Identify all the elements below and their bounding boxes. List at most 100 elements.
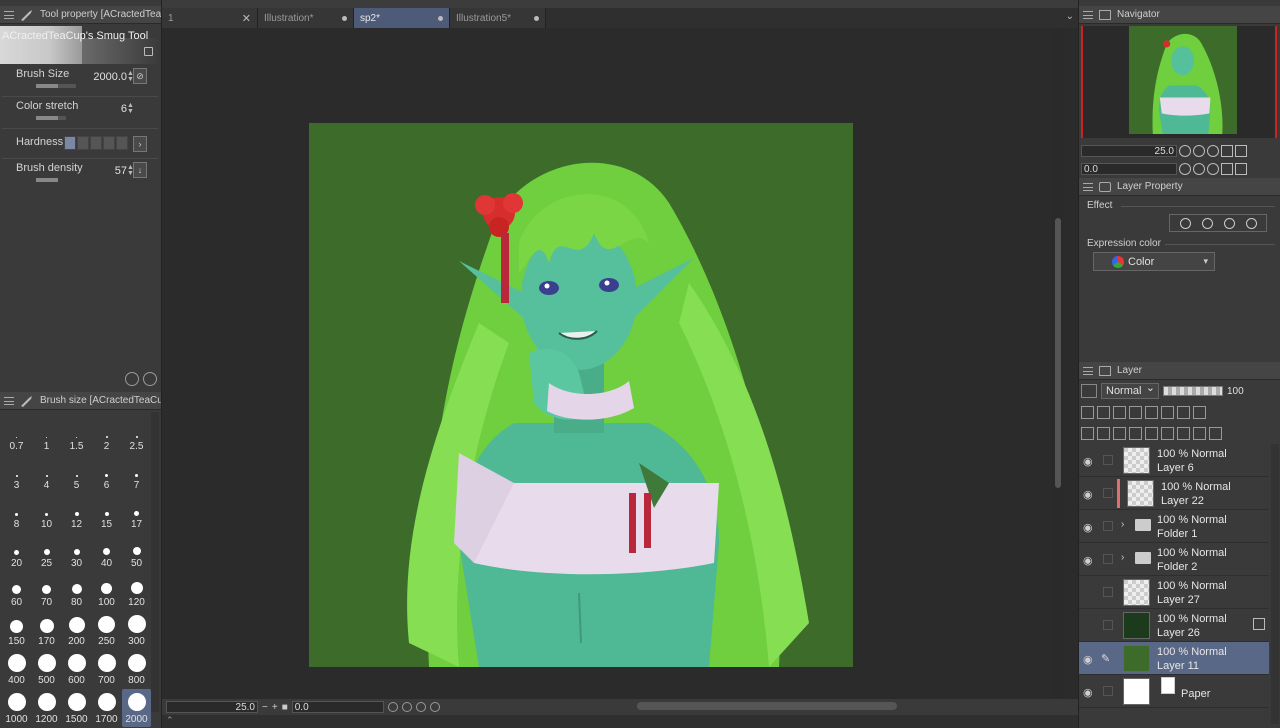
menu-icon[interactable] [1083,10,1093,19]
brush-size-preset[interactable]: 4 [32,455,61,493]
brush-size-preset[interactable]: 0.7 [2,416,31,454]
actual-size-icon[interactable] [1207,145,1219,157]
chevron-right-icon[interactable]: › [1121,552,1124,563]
rotate-left-icon[interactable] [387,702,398,712]
brush-size-preset[interactable]: 1500 [62,689,91,727]
flip-icon[interactable] [429,702,440,712]
layer-color-icon[interactable] [1245,217,1257,229]
layer-header[interactable]: Layer [1079,362,1280,380]
brush-size-preset[interactable]: 10 [32,494,61,532]
canvas-area[interactable] [162,28,1064,699]
brush-size-preset[interactable]: 120 [122,572,151,610]
eye-icon[interactable]: ◉ [1083,686,1093,699]
layer-row-layer-22[interactable]: ◉ 100 % Normal Layer 22 [1079,477,1269,510]
brush-size-preset[interactable]: 15 [92,494,121,532]
rotate-left-icon[interactable] [1179,163,1191,175]
eye-icon[interactable]: ◉ [1083,653,1093,666]
layer-color-toggle-icon[interactable] [1193,405,1206,419]
tone-effect-icon[interactable] [1201,217,1213,229]
brush-size-preset[interactable]: 700 [92,650,121,688]
zoom-out-icon[interactable]: − [262,702,268,713]
layer-row-layer-26[interactable]: 100 % Normal Layer 26 [1079,609,1269,642]
hardness-arrow-icon[interactable]: › [133,136,147,152]
brush-size-preset[interactable]: 150 [2,611,31,649]
rotate-right-icon[interactable] [401,702,412,712]
chevron-down-icon[interactable]: ⌄ [1066,11,1074,22]
brush-size-preset[interactable]: 100 [92,572,121,610]
flip-horizontal-icon[interactable] [1221,163,1233,175]
layer-row-layer-11[interactable]: ◉ ✎ 100 % Normal Layer 11 [1079,642,1269,675]
expression-color-select[interactable]: Color ▾ [1093,252,1215,271]
tab-1[interactable]: 1 ✕ [162,8,258,28]
brush-density-property[interactable]: Brush density 57 ▲ ▼ ↓ [0,160,161,190]
new-folder-icon[interactable] [1129,426,1142,440]
ruler-icon[interactable] [1177,405,1190,419]
opacity-slider[interactable] [1163,386,1223,396]
flip-vertical-icon[interactable] [1235,163,1247,175]
brush-size-preset[interactable]: 50 [122,533,151,571]
artwork-canvas[interactable] [309,123,853,667]
layer-checkbox[interactable] [1103,488,1113,498]
brush-size-preset[interactable]: 250 [92,611,121,649]
brush-size-preset[interactable]: 1000 [2,689,31,727]
navigator-zoom-field[interactable]: 25.0 [1081,145,1177,157]
density-pressure-icon[interactable]: ↓ [133,162,147,178]
brush-size-preset[interactable]: 1700 [92,689,121,727]
reset-rotation-icon[interactable] [1207,163,1219,175]
navigator-preview[interactable] [1081,26,1277,138]
apply-mask-icon[interactable] [1193,426,1206,440]
layer-property-header[interactable]: Layer Property [1079,178,1280,196]
chevron-right-icon[interactable]: › [1121,519,1124,530]
tab-illustration[interactable]: Illustration* [258,8,354,28]
pressure-toggle-icon[interactable]: ⊘ [133,68,147,84]
layer-scrollbar[interactable] [1271,444,1279,724]
brush-size-preset[interactable]: 800 [122,650,151,688]
eye-icon[interactable]: ◉ [1083,488,1093,501]
transfer-down-icon[interactable] [1145,426,1158,440]
layer-row-folder-1[interactable]: ◉ › 100 % Normal Folder 1 [1079,510,1269,543]
layer-row-paper[interactable]: ◉ Paper [1079,675,1269,708]
merge-down-icon[interactable] [1161,426,1174,440]
brush-size-preset[interactable]: 70 [32,572,61,610]
color-stretch-property[interactable]: Color stretch 6 ▲ ▼ [0,98,161,128]
brush-size-preset[interactable]: 300 [122,611,151,649]
rotation-field[interactable]: 0.0 [291,701,384,713]
layer-checkbox[interactable] [1103,686,1113,696]
mask-icon[interactable] [1253,618,1265,630]
rotate-right-icon[interactable] [1193,163,1205,175]
brush-size-slider[interactable] [36,84,76,88]
zoom-in-icon[interactable]: + [272,702,278,713]
layer-settings-icon[interactable] [1081,426,1094,440]
fit-icon[interactable]: ■ [282,702,288,713]
layer-checkbox[interactable] [1103,620,1113,630]
color-stretch-spinner[interactable]: ▲ ▼ [127,102,134,115]
brush-size-header[interactable]: Brush size [ACractedTeaCup [0,392,161,410]
brush-size-preset[interactable]: 17 [122,494,151,532]
eye-icon[interactable]: ◉ [1083,554,1093,567]
layer-checkbox[interactable] [1103,521,1113,531]
blend-mode-select[interactable]: Normal [1101,381,1159,399]
settings-wrench-icon[interactable] [143,372,157,386]
layer-color-swatch[interactable] [1081,384,1097,398]
color-stretch-slider[interactable] [36,116,66,120]
canvas-horizontal-scrollbar[interactable] [637,702,897,710]
lock-transparency-icon[interactable] [1145,405,1158,419]
menu-icon[interactable] [4,396,14,405]
brush-size-preset[interactable]: 30 [62,533,91,571]
menu-icon[interactable] [4,10,14,19]
brush-size-preset[interactable]: 12 [62,494,91,532]
layer-checkbox[interactable] [1103,554,1113,564]
brush-size-preset[interactable]: 5 [62,455,91,493]
mask-icon[interactable] [1177,426,1190,440]
brush-size-preset[interactable]: 400 [2,650,31,688]
fill-window-icon[interactable] [1235,145,1247,157]
tab-illustration5[interactable]: Illustration5* [450,8,546,28]
scrollbar-thumb[interactable] [1055,218,1061,488]
brush-size-value[interactable]: 2000.0 [93,71,127,83]
draft-icon[interactable] [1113,405,1126,419]
brush-size-preset[interactable]: 20 [2,533,31,571]
brush-size-preset[interactable]: 200 [62,611,91,649]
layer-checkbox[interactable] [1103,587,1113,597]
brush-density-value[interactable]: 57 [115,165,127,177]
navigator-header[interactable]: Navigator [1079,6,1280,24]
